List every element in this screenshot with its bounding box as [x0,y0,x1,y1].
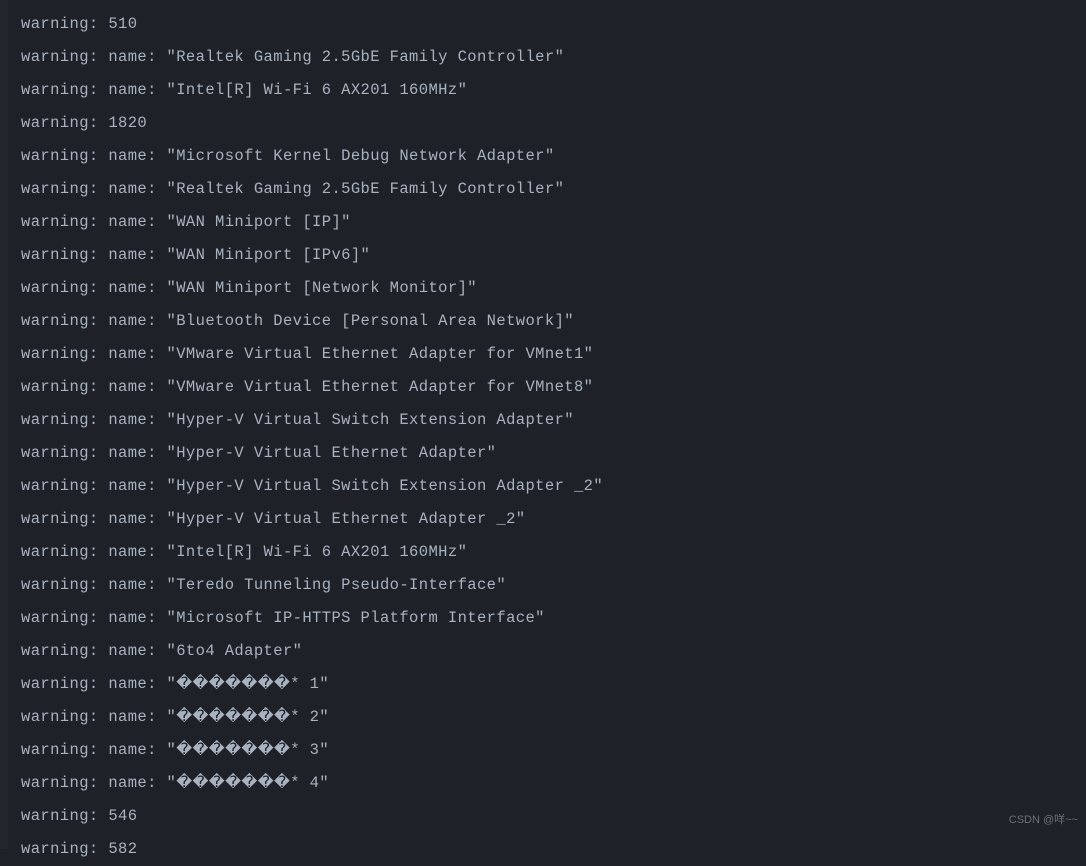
log-line: warning: name: "Realtek Gaming 2.5GbE Fa… [21,173,1086,206]
log-line: warning: name: "VMware Virtual Ethernet … [21,338,1086,371]
log-line: warning: name: "Hyper-V Virtual Ethernet… [21,503,1086,536]
log-line: warning: 510 [21,8,1086,41]
log-line: warning: name: "Microsoft IP-HTTPS Platf… [21,602,1086,635]
log-line: warning: name: "6to4 Adapter" [21,635,1086,668]
editor-gutter [0,0,8,849]
log-line: warning: name: "VMware Virtual Ethernet … [21,371,1086,404]
log-line: warning: name: "Hyper-V Virtual Switch E… [21,470,1086,503]
log-line: warning: name: "�������* 2" [21,701,1086,734]
log-line: warning: name: "�������* 4" [21,767,1086,800]
log-line: warning: name: "Realtek Gaming 2.5GbE Fa… [21,41,1086,74]
log-line: warning: name: "WAN Miniport [IP]" [21,206,1086,239]
log-line: warning: name: "Teredo Tunneling Pseudo-… [21,569,1086,602]
log-line: warning: name: "WAN Miniport [Network Mo… [21,272,1086,305]
console-output: warning: 510 warning: name: "Realtek Gam… [0,0,1086,866]
log-line: warning: name: "Microsoft Kernel Debug N… [21,140,1086,173]
log-line: warning: name: "Intel[R] Wi-Fi 6 AX201 1… [21,536,1086,569]
log-line: warning: name: "�������* 1" [21,668,1086,701]
log-line: warning: name: "�������* 3" [21,734,1086,767]
log-line: warning: name: "Intel[R] Wi-Fi 6 AX201 1… [21,74,1086,107]
log-line: warning: name: "WAN Miniport [IPv6]" [21,239,1086,272]
log-line: warning: name: "Hyper-V Virtual Switch E… [21,404,1086,437]
log-line: warning: 1820 [21,107,1086,140]
log-line: warning: 546 [21,800,1086,833]
watermark-text: CSDN @咩~~ [1009,804,1078,837]
log-line: warning: name: "Bluetooth Device [Person… [21,305,1086,338]
log-line: warning: 582 [21,833,1086,866]
log-line: warning: name: "Hyper-V Virtual Ethernet… [21,437,1086,470]
